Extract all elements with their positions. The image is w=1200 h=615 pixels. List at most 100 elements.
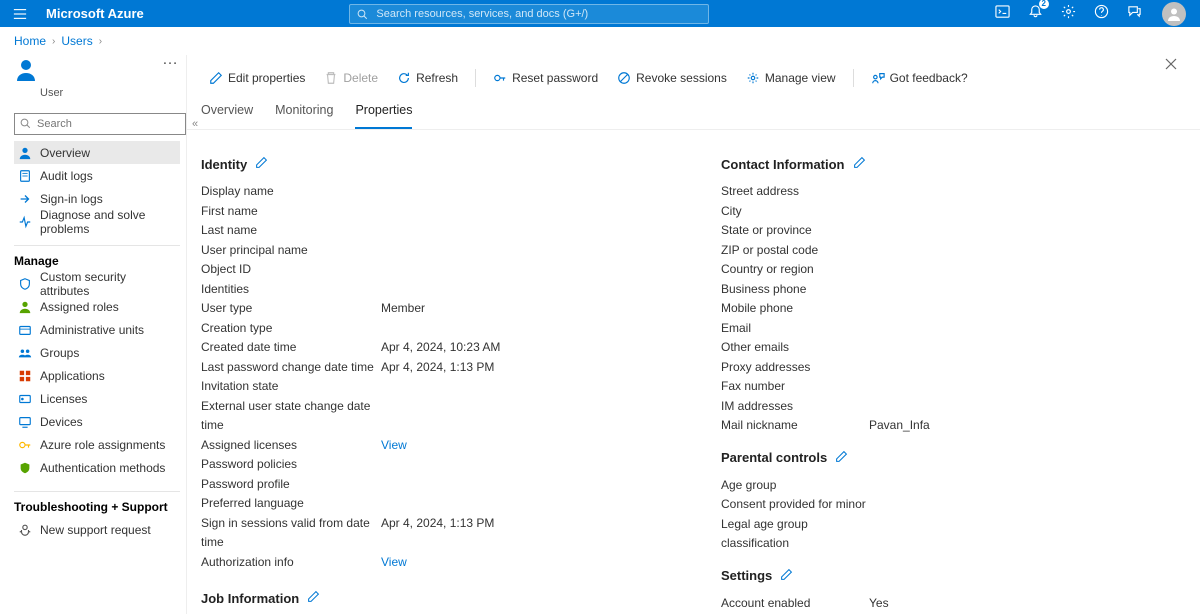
- separator: [475, 69, 476, 87]
- property-key: Created date time: [201, 338, 381, 358]
- revoke-sessions-button[interactable]: Revoke sessions: [609, 67, 735, 89]
- property-row: Assigned licensesView: [201, 436, 641, 456]
- tab-properties[interactable]: Properties: [355, 95, 412, 129]
- property-key: Last password change date time: [201, 358, 381, 378]
- section-identity: Identity: [201, 156, 641, 172]
- edit-properties-button[interactable]: Edit properties: [201, 67, 313, 89]
- sidebar-item-authentication-methods[interactable]: Authentication methods: [14, 456, 180, 479]
- property-row: Created date timeApr 4, 2024, 10:23 AM: [201, 338, 641, 358]
- property-key: City: [721, 202, 869, 222]
- sidebar-item-label: Custom security attributes: [40, 270, 174, 298]
- property-key: Usage location: [721, 613, 869, 614]
- got-feedback-button[interactable]: Got feedback?: [863, 67, 976, 89]
- property-value: Apr 4, 2024, 1:13 PM: [381, 358, 641, 378]
- property-key: Account enabled: [721, 594, 869, 614]
- sidebar-item-devices[interactable]: Devices: [14, 410, 180, 433]
- property-row: Preferred language: [201, 494, 641, 514]
- account-avatar[interactable]: [1162, 2, 1186, 26]
- content-scroll[interactable]: Identity Display nameFirst nameLast name…: [187, 130, 1200, 614]
- notification-badge: 2: [1039, 0, 1049, 9]
- property-value[interactable]: View: [381, 436, 641, 456]
- sidebar-item-administrative-units[interactable]: Administrative units: [14, 318, 180, 341]
- property-key: ZIP or postal code: [721, 241, 869, 261]
- tab-overview[interactable]: Overview: [201, 95, 253, 129]
- sidebar-item-new-support-request[interactable]: New support request: [14, 518, 180, 541]
- sidebar-search-input[interactable]: [14, 113, 186, 135]
- property-key: Country or region: [721, 260, 869, 280]
- edit-job-icon[interactable]: [307, 590, 320, 606]
- property-key: Mail nickname: [721, 416, 869, 436]
- sidebar-item-applications[interactable]: Applications: [14, 364, 180, 387]
- sidebar-item-custom-security-attributes[interactable]: Custom security attributes: [14, 272, 180, 295]
- breadcrumb: Home › Users ›: [0, 27, 1200, 55]
- sidebar-header-troubleshooting: Troubleshooting + Support: [14, 491, 180, 514]
- tab-monitoring[interactable]: Monitoring: [275, 95, 333, 129]
- command-bar: Edit properties Delete Refresh Reset pas…: [187, 55, 1200, 95]
- reset-label: Reset password: [512, 71, 598, 85]
- breadcrumb-users[interactable]: Users: [61, 34, 92, 48]
- property-value: [869, 260, 1141, 280]
- property-row: Password policies: [201, 455, 641, 475]
- sidebar-item-assigned-roles[interactable]: Assigned roles: [14, 295, 180, 318]
- edit-contact-icon[interactable]: [853, 156, 866, 172]
- parental-title: Parental controls: [721, 450, 827, 465]
- groups-icon: [18, 346, 32, 360]
- property-row: Country or region: [721, 260, 1141, 280]
- top-bar: Microsoft Azure 2: [0, 0, 1200, 27]
- sidebar-item-azure-role-assignments[interactable]: Azure role assignments: [14, 433, 180, 456]
- chevron-right-icon: ›: [52, 36, 55, 47]
- property-value: [381, 280, 641, 300]
- edit-settings-icon[interactable]: [780, 568, 793, 584]
- feedback-person-icon: [871, 71, 885, 85]
- roleuser-icon: [18, 300, 32, 314]
- property-value[interactable]: View: [381, 553, 641, 573]
- sidebar-item-label: Authentication methods: [40, 461, 165, 475]
- property-value: [381, 397, 641, 436]
- feedback-icon[interactable]: [1127, 4, 1142, 24]
- key-icon: [493, 71, 507, 85]
- hamburger-menu[interactable]: [0, 0, 40, 27]
- property-row: IM addresses: [721, 397, 1141, 417]
- refresh-button[interactable]: Refresh: [389, 67, 466, 89]
- manage-view-button[interactable]: Manage view: [738, 67, 844, 89]
- property-row: Identities: [201, 280, 641, 300]
- global-search-wrap: [349, 4, 709, 24]
- property-row: First name: [201, 202, 641, 222]
- user-icon: [14, 58, 38, 87]
- property-row: Authorization infoView: [201, 553, 641, 573]
- cloud-shell-icon[interactable]: [995, 4, 1010, 24]
- property-value: [869, 613, 1141, 614]
- top-icons: 2: [995, 4, 1142, 24]
- identity-title: Identity: [201, 157, 247, 172]
- property-key: Identities: [201, 280, 381, 300]
- doc-icon: [18, 169, 32, 183]
- property-row: Account enabledYes: [721, 594, 1141, 614]
- property-row: Invitation state: [201, 377, 641, 397]
- reset-password-button[interactable]: Reset password: [485, 67, 606, 89]
- notifications-icon[interactable]: 2: [1028, 4, 1043, 24]
- chevron-right-icon: ›: [99, 36, 102, 47]
- sidebar-item-licenses[interactable]: Licenses: [14, 387, 180, 410]
- help-icon[interactable]: [1094, 4, 1109, 24]
- section-parental: Parental controls: [721, 450, 1141, 466]
- sidebar-item-groups[interactable]: Groups: [14, 341, 180, 364]
- more-menu[interactable]: …: [162, 51, 178, 69]
- edit-parental-icon[interactable]: [835, 450, 848, 466]
- property-value: [381, 260, 641, 280]
- property-key: Business phone: [721, 280, 869, 300]
- sidebar-item-overview[interactable]: Overview: [14, 141, 180, 164]
- property-row: Email: [721, 319, 1141, 339]
- delete-button: Delete: [316, 67, 386, 89]
- property-value: [381, 221, 641, 241]
- property-value: Apr 4, 2024, 1:13 PM: [381, 514, 641, 553]
- sidebar-item-diagnose-and-solve-problems[interactable]: Diagnose and solve problems: [14, 210, 180, 233]
- settings-gear-icon[interactable]: [1061, 4, 1076, 24]
- property-value: Pavan_Infa: [869, 416, 1141, 436]
- global-search-input[interactable]: [349, 4, 709, 24]
- property-key: State or province: [721, 221, 869, 241]
- close-blade-icon[interactable]: [1164, 57, 1178, 76]
- sidebar-item-audit-logs[interactable]: Audit logs: [14, 164, 180, 187]
- property-value: [869, 476, 1141, 496]
- edit-identity-icon[interactable]: [255, 156, 268, 172]
- breadcrumb-home[interactable]: Home: [14, 34, 46, 48]
